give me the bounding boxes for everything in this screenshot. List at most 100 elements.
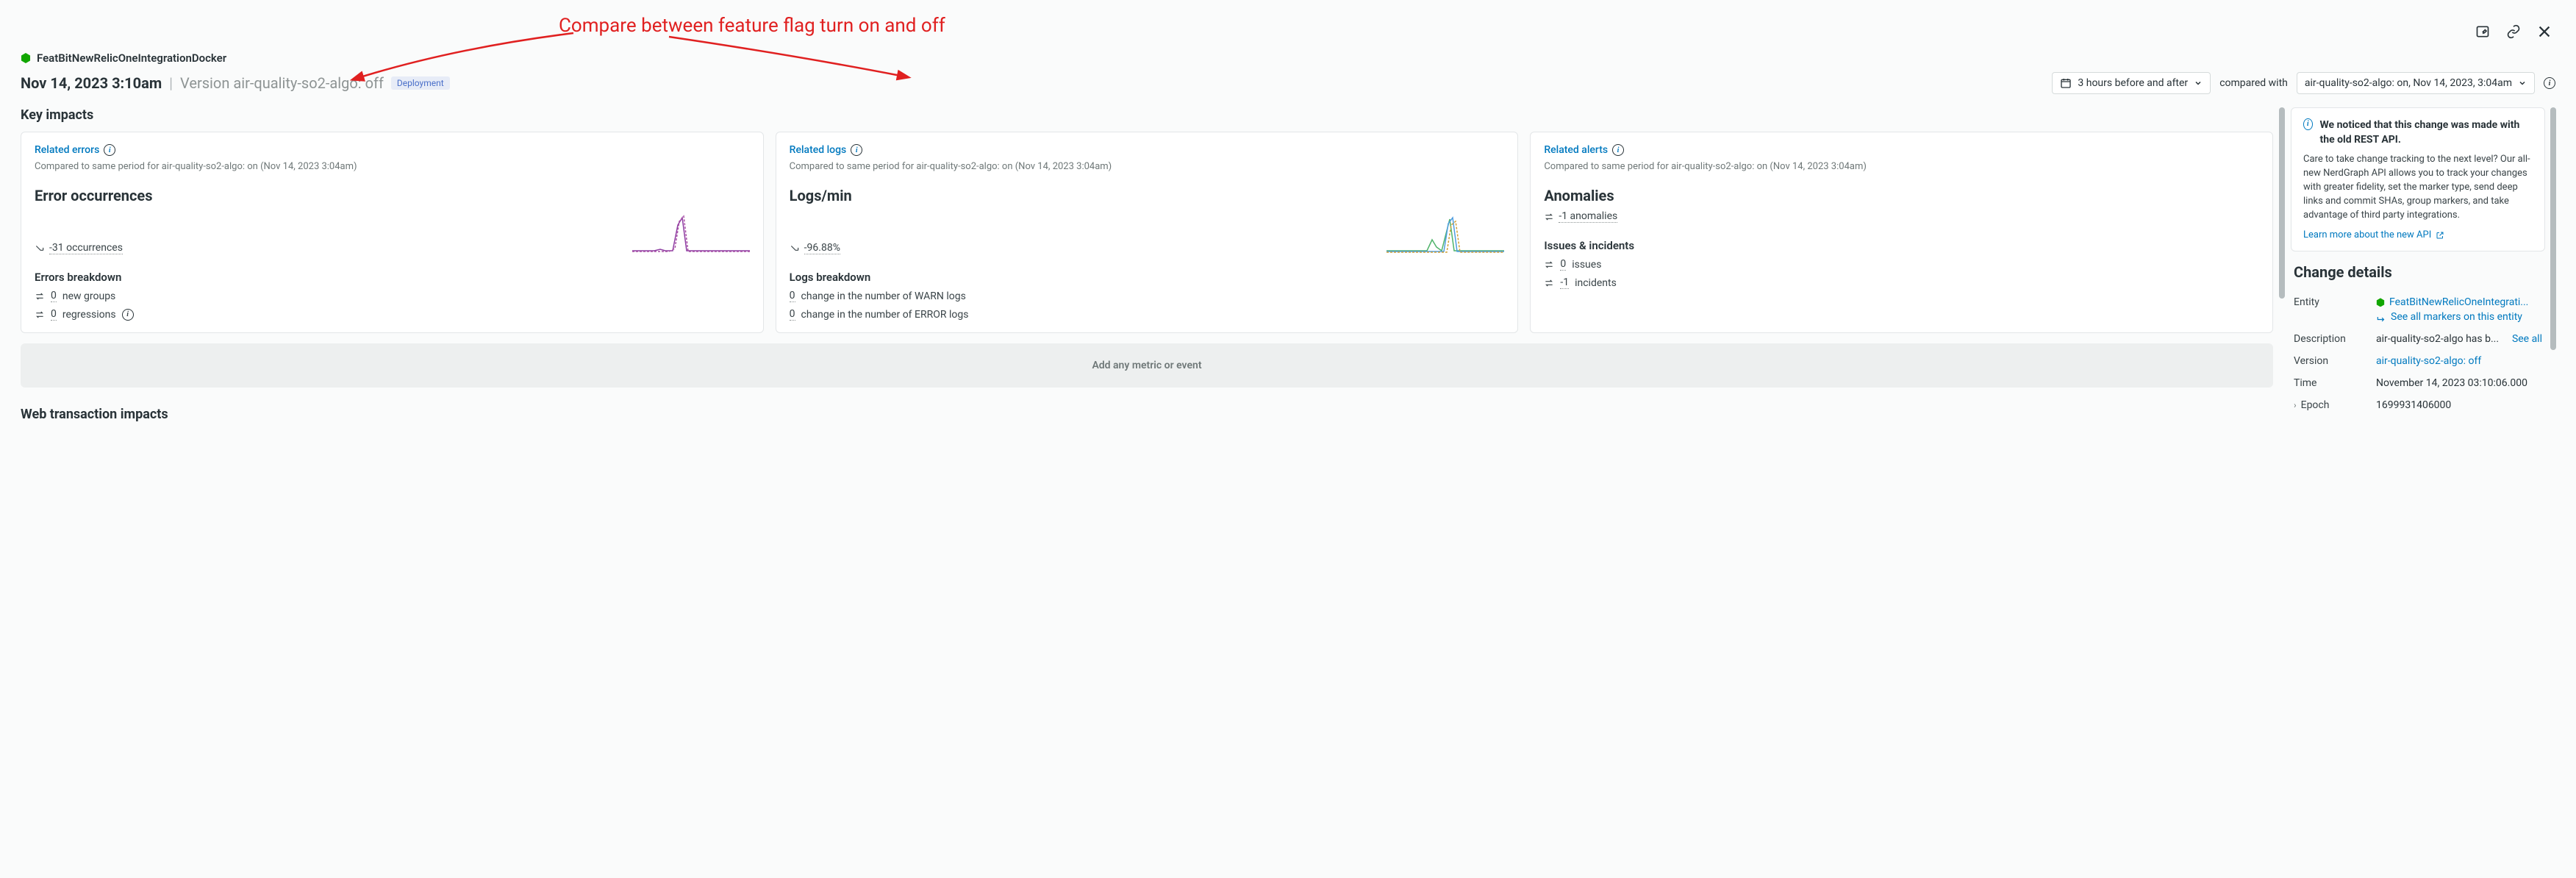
chevron-down-icon (2518, 79, 2527, 88)
info-icon[interactable]: i (1612, 144, 1624, 156)
info-icon[interactable]: i (2544, 77, 2555, 89)
swap-icon (1544, 260, 1554, 270)
anomalies-delta: -1 anomalies (1544, 210, 1617, 223)
epoch-label: Epoch (2301, 399, 2330, 411)
detail-entity: Entity FeatBitNewRelicOneIntegrati... Se… (2291, 291, 2545, 328)
info-icon[interactable]: i (104, 144, 115, 156)
logs-delta: -96.88% (790, 242, 840, 254)
compare-target-label: air-quality-so2-algo: on, Nov 14, 2023, … (2305, 77, 2512, 89)
calendar-icon (2060, 77, 2072, 89)
swap-icon (35, 310, 45, 320)
detail-version: Version air-quality-so2-algo: off (2291, 350, 2545, 372)
incidents-label: incidents (1575, 277, 1617, 289)
learn-more-link[interactable]: Learn more about the new API (2303, 229, 2444, 240)
see-all-link[interactable]: See all (2512, 333, 2542, 345)
logs-per-min-heading: Logs/min (790, 187, 1505, 204)
warn-value: 0 (790, 290, 795, 302)
info-icon: i (2303, 118, 2313, 130)
errors-regressions: 0 regressions i (35, 308, 750, 321)
related-logs-label: Related logs (790, 144, 847, 156)
swap-icon (1544, 278, 1554, 288)
compare-target-selector[interactable]: air-quality-so2-algo: on, Nov 14, 2023, … (2297, 72, 2535, 94)
edit-icon[interactable] (2473, 22, 2492, 41)
regressions-label: regressions (62, 309, 116, 321)
swap-icon (1544, 212, 1554, 222)
time-value: November 14, 2023 03:10:06.000 (2376, 377, 2542, 389)
regressions-value: 0 (51, 308, 57, 321)
related-errors-link[interactable]: Related errors i (35, 144, 115, 156)
issues-label: issues (1572, 259, 1601, 271)
compared-with-label: compared with (2219, 77, 2288, 89)
entity-link[interactable]: FeatBitNewRelicOneIntegrati... (2389, 296, 2528, 308)
api-notice: i We noticed that this change was made w… (2291, 107, 2545, 251)
logs-warn-change: 0 change in the number of WARN logs (790, 290, 1505, 302)
scrollbar-thumb[interactable] (2279, 107, 2285, 299)
logs-breakdown-heading: Logs breakdown (790, 271, 1505, 284)
related-alerts-label: Related alerts (1544, 144, 1608, 156)
epoch-value: 1699931406000 (2376, 399, 2542, 411)
deployment-tag[interactable]: Deployment (391, 76, 450, 90)
detail-epoch: › Epoch 1699931406000 (2291, 394, 2545, 416)
detail-time: Time November 14, 2023 03:10:06.000 (2291, 372, 2545, 394)
link-icon[interactable] (2504, 22, 2523, 41)
issues-incidents-heading: Issues & incidents (1544, 239, 2259, 252)
description-value: air-quality-so2-algo has b... (2376, 333, 2499, 345)
swap-icon (35, 291, 45, 301)
detail-description: Description air-quality-so2-algo has b..… (2291, 328, 2545, 350)
notice-body: Care to take change tracking to the next… (2303, 153, 2533, 222)
entity-status-icon (2376, 298, 2385, 307)
notice-heading: We noticed that this change was made wit… (2320, 118, 2533, 147)
incidents-row: -1 incidents (1544, 276, 2259, 289)
errors-breakdown-heading: Errors breakdown (35, 271, 750, 284)
card-logs: Related logs i Compared to same period f… (776, 132, 1519, 333)
warn-label: change in the number of WARN logs (801, 290, 966, 302)
card-alerts: Related alerts i Compared to same period… (1530, 132, 2273, 333)
logs-sparkline (1387, 210, 1504, 254)
description-label: Description (2294, 333, 2367, 345)
info-icon[interactable]: i (122, 309, 134, 321)
incidents-value: -1 (1560, 276, 1569, 289)
related-logs-link[interactable]: Related logs i (790, 144, 863, 156)
trend-down-icon (35, 243, 45, 254)
compare-note: Compared to same period for air-quality-… (790, 160, 1505, 174)
section-web-tx: Web transaction impacts (21, 407, 2273, 422)
issues-row: 0 issues (1544, 258, 2259, 271)
error-delta-value: -31 occurrences (49, 242, 123, 254)
logs-error-change: 0 change in the number of ERROR logs (790, 308, 1505, 321)
errors-new-groups: 0 new groups (35, 290, 750, 302)
see-all-markers-label: See all markers on this entity (2391, 311, 2522, 323)
chevron-down-icon (2194, 79, 2203, 88)
new-groups-value: 0 (51, 290, 57, 302)
time-window-selector[interactable]: 3 hours before and after (2052, 72, 2211, 94)
compare-note: Compared to same period for air-quality-… (35, 160, 750, 174)
related-alerts-link[interactable]: Related alerts i (1544, 144, 1624, 156)
errors-sparkline (632, 210, 750, 254)
time-window-label: 3 hours before and after (2078, 77, 2188, 89)
entity-status-icon (21, 53, 31, 63)
change-details-heading: Change details (2291, 263, 2545, 281)
version-value-link[interactable]: air-quality-so2-algo: off (2376, 355, 2542, 367)
chevron-right-icon[interactable]: › (2294, 400, 2297, 410)
annotation-text: Compare between feature flag turn on and… (559, 15, 945, 37)
trend-down-icon (790, 243, 800, 254)
learn-more-label: Learn more about the new API (2303, 229, 2431, 240)
info-icon[interactable]: i (851, 144, 862, 156)
see-all-markers-link[interactable]: See all markers on this entity (2376, 311, 2542, 323)
title-separator: | (169, 74, 173, 92)
error-label: change in the number of ERROR logs (801, 309, 969, 321)
logs-delta-value: -96.88% (804, 242, 840, 254)
new-groups-label: new groups (62, 290, 115, 302)
issues-value: 0 (1560, 258, 1566, 271)
section-key-impacts: Key impacts (21, 107, 2273, 123)
error-value: 0 (790, 308, 795, 321)
redirect-icon (2376, 312, 2386, 322)
card-errors: Related errors i Compared to same period… (21, 132, 764, 333)
entity-label: Entity (2294, 296, 2367, 308)
error-delta: -31 occurrences (35, 242, 123, 254)
close-icon[interactable] (2535, 22, 2554, 41)
compare-note: Compared to same period for air-quality-… (1544, 160, 2259, 174)
scrollbar-thumb[interactable] (2550, 107, 2556, 350)
add-metric-button[interactable]: Add any metric or event (21, 343, 2273, 388)
version-label: Version (2294, 355, 2367, 367)
anomalies-heading: Anomalies (1544, 187, 2259, 204)
